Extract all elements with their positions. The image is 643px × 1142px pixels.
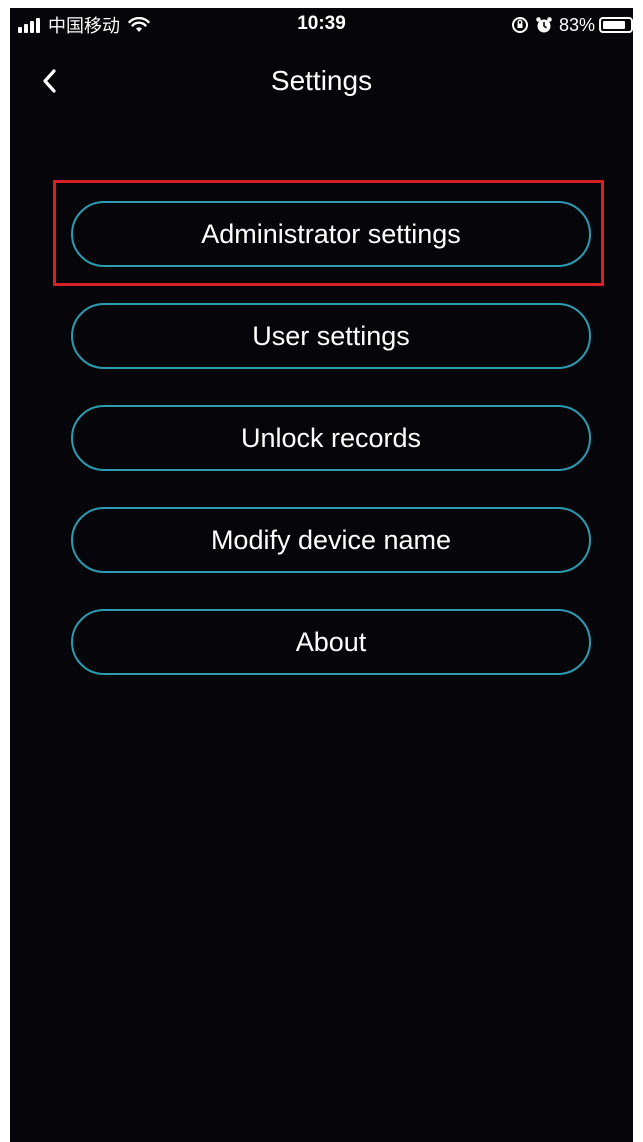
about-button[interactable]: About: [71, 609, 591, 675]
app-screen: 中国移动 10:39 83% Settings Administrator se…: [10, 8, 633, 1142]
menu-item-label: Administrator settings: [201, 218, 461, 249]
modify-device-name-button[interactable]: Modify device name: [71, 507, 591, 573]
page-title: Settings: [270, 65, 373, 96]
user-settings-button[interactable]: User settings: [71, 303, 591, 369]
menu-item-label: Unlock records: [240, 422, 422, 453]
settings-menu: Administrator settings User settings Unl…: [71, 201, 591, 711]
orientation-lock-icon: [511, 17, 528, 33]
unlock-records-button[interactable]: Unlock records: [71, 405, 591, 471]
menu-item-label: About: [295, 626, 367, 657]
alarm-icon: [536, 17, 552, 33]
battery-level: [603, 21, 625, 29]
status-right: 83%: [511, 14, 633, 36]
menu-item-label: User settings: [252, 320, 410, 351]
menu-item-label: Modify device name: [210, 524, 452, 555]
status-bar: 中国移动 10:39 83%: [10, 8, 633, 42]
battery-percent: 83%: [558, 14, 595, 35]
battery-icon: [599, 17, 633, 33]
administrator-settings-button[interactable]: Administrator settings: [71, 201, 591, 267]
